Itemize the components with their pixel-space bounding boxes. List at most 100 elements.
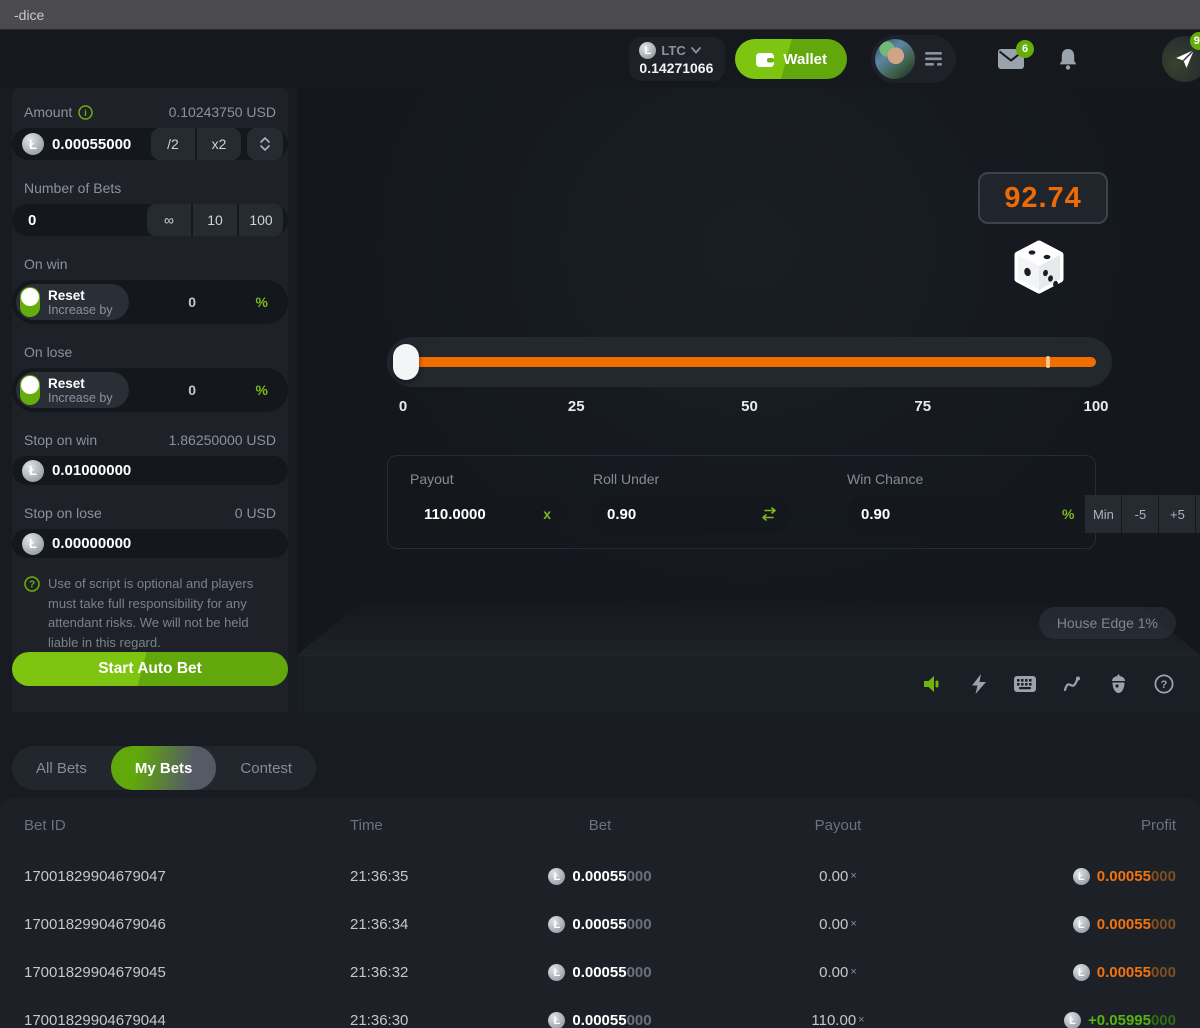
stop-lose-usd: 0 USD [235,505,276,521]
browser-titlebar: -dice [0,0,1200,30]
bet-payout: 0.00 [819,964,848,981]
win-chance-minus5-button[interactable]: -5 [1121,495,1158,533]
slider-ticks: 0 25 50 75 100 [403,398,1096,418]
bet-amount: 0.00055 [572,868,626,885]
chevron-down-icon [260,145,270,151]
svg-text:i: i [84,108,87,118]
ltc-coin-icon: Ł [639,42,656,59]
on-win-value-input[interactable] [129,294,256,310]
hotkeys-button[interactable] [1014,676,1036,692]
result-marker [1046,356,1050,368]
wallet-button[interactable]: Wallet [735,39,847,79]
toggle-icon [20,287,40,317]
col-bet: Bet [470,817,730,834]
on-lose-reset-toggle[interactable]: Reset Increase by [16,372,129,408]
chat-button[interactable]: 99 [1162,36,1200,82]
bet-time: 21:36:35 [350,868,470,885]
bet-parameters-panel: Payout x Roll Under [387,455,1096,549]
bet-payout: 0.00 [819,868,848,885]
payout-input[interactable] [424,506,543,523]
table-header: Bet ID Time Bet Payout Profit [0,798,1200,852]
infinite-bets-button[interactable]: ∞ [147,204,191,236]
roll-under-pill [593,495,791,533]
on-lose-value-input[interactable] [129,382,256,398]
trends-button[interactable] [1063,674,1083,694]
notifications-button[interactable] [1058,48,1078,70]
num-bets-input[interactable] [28,212,147,229]
on-lose-label-row: On lose [12,344,288,360]
stop-win-label: Stop on win [24,432,97,448]
roll-slider[interactable] [387,337,1112,387]
half-bet-button[interactable]: /2 [151,128,195,160]
multiplier-sign: × [850,870,856,882]
toggle-icon [20,375,40,405]
tick-25: 25 [568,398,585,415]
num-bets-label: Number of Bets [24,180,121,196]
amount-stepper[interactable] [247,128,283,160]
bets-100-button[interactable]: 100 [239,204,283,236]
table-row[interactable]: 17001829904679046 21:36:34 Ł0.00055000 0… [0,900,1200,948]
amount-input[interactable] [52,136,151,153]
swap-icon[interactable] [761,507,777,521]
profile-pill[interactable] [871,35,956,83]
window-title: -dice [14,7,44,23]
ltc-coin-icon: Ł [22,460,44,482]
slider-handle[interactable] [393,344,419,380]
script-disclaimer: ? Use of script is optional and players … [12,558,288,652]
roll-under-label: Roll Under [593,471,791,487]
table-row[interactable]: 17001829904679044 21:36:30 Ł0.00055000 1… [0,996,1200,1028]
increase-by-label: Increase by [48,303,113,317]
bet-payout: 110.00 [811,1012,856,1028]
stop-lose-input-wrap: Ł [12,529,288,558]
svg-text:?: ? [1161,679,1168,691]
turbo-button[interactable] [971,674,987,694]
on-win-label: On win [24,256,68,272]
stop-lose-label-row: Stop on lose 0 USD [12,505,288,521]
on-win-reset-toggle[interactable]: Reset Increase by [16,284,129,320]
col-profit: Profit [946,817,1176,834]
table-row[interactable]: 17001829904679047 21:36:35 Ł0.00055000 0… [0,852,1200,900]
roll-under-input[interactable] [607,506,761,523]
bet-time: 21:36:32 [350,964,470,981]
send-icon [1174,48,1196,70]
volume-icon [923,675,944,693]
currency-row: Ł LTC [639,42,713,59]
currency-code: LTC [661,43,685,58]
table-row[interactable]: 17001829904679045 21:36:32 Ł0.00055000 0… [0,948,1200,996]
tab-my-bets[interactable]: My Bets [111,746,217,790]
menu-icon[interactable] [925,52,942,66]
win-chance-label: Win Chance [847,471,1200,487]
ltc-coin-icon: Ł [1073,964,1090,981]
help-button[interactable]: ? [1154,674,1174,694]
col-bet-id: Bet ID [24,817,350,834]
bet-payout: 0.00 [819,916,848,933]
win-chance-min-button[interactable]: Min [1084,495,1121,533]
double-bet-button[interactable]: x2 [197,128,241,160]
info-icon[interactable]: i [78,105,93,120]
start-auto-bet-button[interactable]: Start Auto Bet [12,652,288,686]
stop-win-input[interactable] [52,462,283,479]
stop-lose-input[interactable] [52,535,283,552]
fairness-seed-button[interactable] [1110,674,1127,694]
main-area: Amount i 0.10243750 USD Ł /2 x2 [0,88,1200,712]
ltc-coin-icon: Ł [548,1012,565,1028]
win-chance-max-button[interactable]: Max [1195,495,1200,533]
slider-track[interactable] [403,357,1096,367]
tab-contest[interactable]: Contest [216,746,316,790]
bets-10-button[interactable]: 10 [193,204,237,236]
win-chance-plus5-button[interactable]: +5 [1158,495,1195,533]
tab-all-bets[interactable]: All Bets [12,746,111,790]
ltc-coin-icon: Ł [1073,868,1090,885]
wallet-balance: 0.14271066 [639,60,713,76]
roll-under-group: Roll Under [593,471,791,533]
roll-result-box: 92.74 [978,172,1108,224]
win-chance-input[interactable] [861,506,1062,523]
avatar[interactable] [875,39,915,79]
percent-sign: % [1062,506,1074,522]
col-payout: Payout [730,817,946,834]
currency-selector[interactable]: Ł LTC 0.14271066 [629,37,725,81]
ltc-coin-icon: Ł [548,964,565,981]
increase-by-label: Increase by [48,391,113,405]
mail-button[interactable]: 6 [998,49,1024,69]
sound-button[interactable] [923,675,944,693]
